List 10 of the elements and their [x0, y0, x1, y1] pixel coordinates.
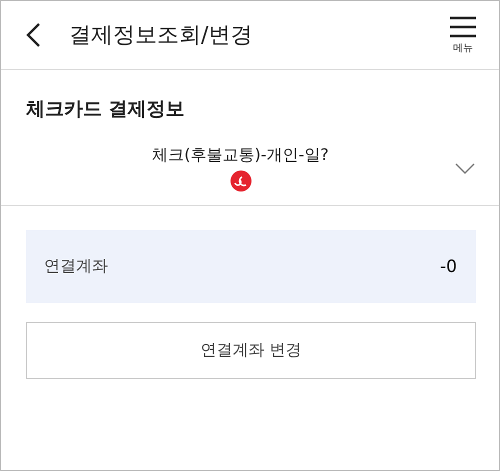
- account-value: -0: [440, 256, 457, 276]
- menu-button[interactable]: 메뉴: [449, 16, 477, 54]
- card-select[interactable]: 체크(후불교통)-개인-일?: [26, 142, 475, 194]
- section-title: 체크카드 결제정보: [26, 97, 186, 122]
- page-title: 결제정보조회/변경: [69, 22, 254, 50]
- back-icon[interactable]: [25, 22, 41, 48]
- account-label: 연결계좌: [44, 256, 108, 277]
- change-account-button[interactable]: 연결계좌 변경: [26, 322, 476, 379]
- card-logo-icon: [230, 170, 252, 192]
- chevron-down-icon: [455, 162, 475, 174]
